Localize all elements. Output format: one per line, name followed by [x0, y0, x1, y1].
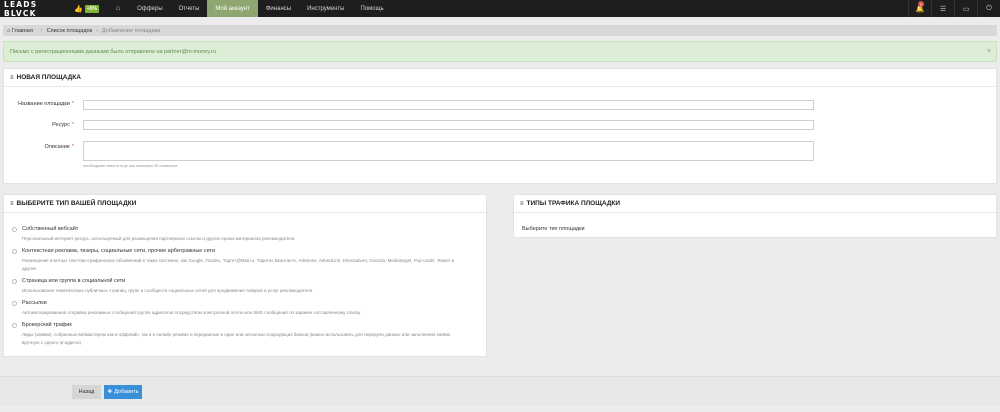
resource-input[interactable] — [83, 120, 814, 130]
panel-title: ВЫБЕРИТЕ ТИП ВАШЕЙ ПЛОЩАДКИ — [16, 200, 137, 207]
top-navbar: LEADS BLVCK 👍 +5% ⌂ Офферы Отчеты Мой ак… — [0, 0, 1000, 18]
option-desc: Лиды (заявки), собранные вебмастером как… — [22, 332, 451, 345]
rating-badge: +5% — [84, 4, 99, 13]
required-mark: * — [71, 144, 74, 150]
required-mark: * — [71, 101, 74, 107]
list-icon: ≡ — [10, 200, 14, 207]
radio-button[interactable] — [12, 279, 17, 284]
description-label-text: Описание — [44, 144, 70, 150]
option-title: Страница или группа в социальной сети — [22, 278, 126, 284]
new-site-panel: ≡ НОВАЯ ПЛОЩАДКА Название площадки * Ресу… — [3, 68, 997, 184]
breadcrumb-list[interactable]: Список площадок — [47, 28, 92, 34]
name-input[interactable] — [83, 100, 814, 110]
description-label: Описание * — [4, 144, 74, 150]
nav-my-account[interactable]: Мой аккаунт — [207, 0, 258, 17]
form-actions: Назад ✚ Добавить — [0, 376, 1000, 406]
radio-button[interactable] — [12, 323, 17, 328]
top-right-icons: 🔔 2 ☰ ▭ ⏻ — [908, 0, 1000, 17]
traffic-types-panel: ≡ ТИПЫ ТРАФИКА ПЛОЩАДКИ Выберите тип пло… — [513, 194, 997, 238]
option-desc: Автоматизированная отправка рекламных со… — [22, 310, 361, 315]
resource-label-text: Ресурс — [52, 122, 70, 128]
description-hint: необходимо ввести еще как минимум 30 сим… — [83, 163, 178, 168]
panel-header: ≡ ТИПЫ ТРАФИКА ПЛОЩАДКИ — [514, 195, 996, 213]
radio-button[interactable] — [12, 249, 17, 254]
notifications-button[interactable]: 🔔 2 — [908, 0, 931, 17]
site-type-panel: ≡ ВЫБЕРИТЕ ТИП ВАШЕЙ ПЛОЩАДКИ Собственны… — [3, 194, 487, 357]
breadcrumb-current: Добавление площадки — [101, 27, 161, 34]
breadcrumb-home[interactable]: ⌂ Главная — [7, 28, 37, 34]
resource-label: Ресурс * — [4, 122, 74, 128]
panel-header: ≡ НОВАЯ ПЛОЩАДКА — [4, 69, 996, 87]
option-desc: Использование тематических публичных стр… — [22, 288, 314, 293]
success-alert: Письмо с регистрационными данными было о… — [3, 41, 997, 62]
back-button[interactable]: Назад — [72, 385, 101, 399]
logout-icon: ⏻ — [986, 4, 992, 12]
nav-reports[interactable]: Отчеты — [171, 0, 208, 17]
add-button-label: Добавить — [114, 389, 139, 395]
close-icon[interactable]: × — [987, 48, 991, 55]
main-nav: ⌂ Офферы Отчеты Мой аккаунт Финансы Инст… — [107, 0, 392, 17]
option-desc: Размещение платных текстово-графических … — [22, 258, 455, 271]
wallet-button[interactable]: ▭ — [954, 0, 977, 17]
name-label-text: Название площадки — [18, 101, 70, 107]
description-textarea[interactable] — [83, 141, 814, 161]
nav-help[interactable]: Помощь — [353, 0, 392, 17]
panel-title: ТИПЫ ТРАФИКА ПЛОЩАДКИ — [526, 200, 621, 207]
panel-title: НОВАЯ ПЛОЩАДКА — [16, 74, 81, 81]
option-title: Брокерский трафик — [22, 322, 72, 328]
home-icon[interactable]: ⌂ — [107, 0, 129, 17]
radio-button[interactable] — [12, 301, 17, 306]
option-title: Собственный вебсайт — [22, 226, 79, 232]
list-icon: ≡ — [10, 74, 14, 81]
notification-badge: 2 — [918, 1, 924, 7]
list-icon: ☰ — [939, 5, 947, 13]
option-title: Рассылки — [22, 300, 47, 306]
card-icon: ▭ — [962, 5, 970, 13]
radio-button[interactable] — [12, 227, 17, 232]
list-button[interactable]: ☰ — [931, 0, 954, 17]
rating-widget[interactable]: 👍 +5% — [74, 4, 99, 13]
logo[interactable]: LEADS BLVCK — [0, 0, 70, 18]
option-title: Контекстная реклама, тизеры, социальные … — [22, 248, 216, 254]
breadcrumb-home-label: Главная — [11, 27, 33, 34]
nav-offers[interactable]: Офферы — [129, 0, 171, 17]
option-desc: Персональный интернет ресурс, используем… — [22, 236, 296, 241]
list-icon: ≡ — [520, 200, 524, 207]
panel-header: ≡ ВЫБЕРИТЕ ТИП ВАШЕЙ ПЛОЩАДКИ — [4, 195, 486, 213]
name-label: Название площадки * — [4, 101, 74, 107]
plus-icon: ✚ — [107, 389, 113, 395]
alert-text: Письмо с регистрационными данными было о… — [10, 48, 217, 55]
required-mark: * — [71, 122, 74, 128]
thumbs-up-icon: 👍 — [74, 5, 83, 13]
chevron-right-icon: › — [96, 27, 98, 34]
traffic-types-placeholder: Выберите тип площадки — [522, 226, 585, 232]
logout-button[interactable]: ⏻ — [977, 0, 1000, 17]
nav-tools[interactable]: Инструменты — [299, 0, 352, 17]
chevron-right-icon: › — [40, 27, 43, 34]
nav-finance[interactable]: Финансы — [258, 0, 299, 17]
add-button[interactable]: ✚ Добавить — [104, 385, 142, 399]
breadcrumb: ⌂ Главная › Список площадок › Добавление… — [3, 25, 997, 36]
